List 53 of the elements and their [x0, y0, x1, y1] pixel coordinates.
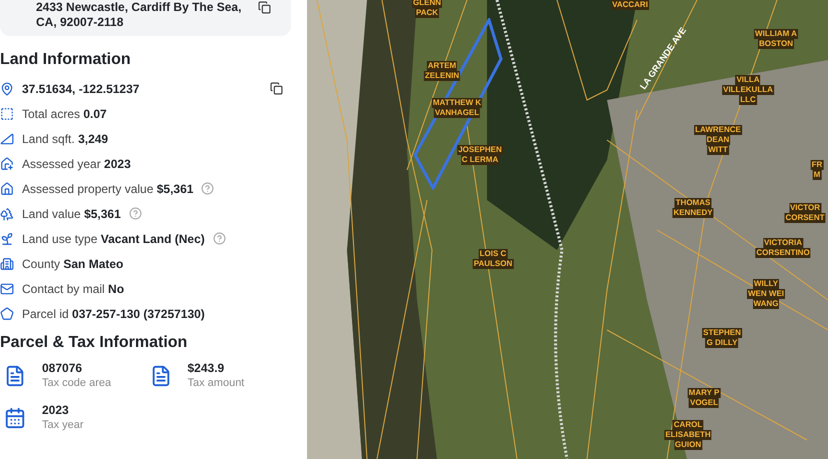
calendar-icon [4, 407, 26, 429]
owner-label: FR M [810, 160, 824, 180]
owner-label: MATTHEW K VANHAGEL [432, 98, 482, 118]
owner-label: MARY P VOGEL [688, 388, 720, 408]
owner-label: LAWRENCE DEAN WITT [694, 125, 742, 155]
help-icon[interactable] [201, 182, 214, 195]
location-pin-icon [0, 82, 14, 96]
owner-label: VILLA VILLEKULLA LLC [722, 75, 774, 105]
owner-label: VICTOR CORSENT [784, 203, 826, 223]
ruler-triangle-icon [0, 132, 14, 146]
coordinates-text: 37.51634, -122.51237 [22, 80, 140, 98]
owner-label: VACCARI [611, 0, 649, 10]
section-heading: Land Information [0, 50, 132, 70]
info-text: County San Mateo [22, 256, 124, 272]
help-icon[interactable] [128, 207, 142, 220]
dashed-square-icon [0, 106, 14, 120]
tax-document-icon [4, 365, 26, 387]
owner-label: ARTEM ZELENIN [424, 61, 460, 81]
address-text: CA, 92007-2118 [36, 15, 124, 30]
owner-label: LOIS C PAULSON [472, 249, 514, 269]
tax-label: Tax code area [42, 376, 112, 391]
tax-value: 087076 [42, 361, 84, 376]
building-icon [0, 256, 14, 270]
owner-label: THOMAS KENNEDY [672, 198, 714, 218]
owner-label: WILLIAM A BOSTON [754, 29, 798, 49]
owner-label: WILLY WEN WEI WANG [747, 279, 785, 309]
address-text: 2433 Newcastle, Cardiff By The Sea, [36, 0, 242, 15]
info-text: Land sqft. 3,249 [22, 130, 108, 148]
info-text: Land value $5,361 [22, 206, 121, 222]
plant-icon [0, 232, 14, 246]
mail-icon [0, 282, 14, 296]
info-text: Assessed property value $5,361 [22, 180, 194, 198]
owner-label: CAROL ELISABETH GUION [664, 420, 712, 450]
info-text: Total acres 0.07 [22, 106, 107, 122]
info-text: Contact by mail No [22, 280, 124, 298]
info-text: Assessed year 2023 [22, 156, 131, 172]
copy-icon[interactable] [270, 82, 283, 95]
owner-label: JOSEPHEN C LERMA [457, 145, 503, 165]
copy-icon[interactable] [258, 1, 271, 14]
info-text: Land use type Vacant Land (Nec) [22, 230, 205, 248]
tax-value: 2023 [42, 403, 70, 418]
help-icon[interactable] [212, 232, 226, 245]
house-icon [0, 182, 14, 196]
tax-value: $243.9 [188, 361, 226, 376]
house-icon [0, 156, 14, 170]
section-heading: Parcel & Tax Information [0, 333, 188, 353]
tax-label: Tax year [42, 418, 84, 433]
trees-icon [0, 206, 14, 220]
owner-label: VICTORIA CORSENTINO [755, 238, 811, 258]
tax-label: Tax amount [188, 376, 244, 391]
pentagon-icon [0, 306, 14, 320]
owner-label: STEPHEN G DILLY [702, 328, 742, 348]
info-text: Parcel id 037-257-130 (37257130) [22, 306, 205, 322]
